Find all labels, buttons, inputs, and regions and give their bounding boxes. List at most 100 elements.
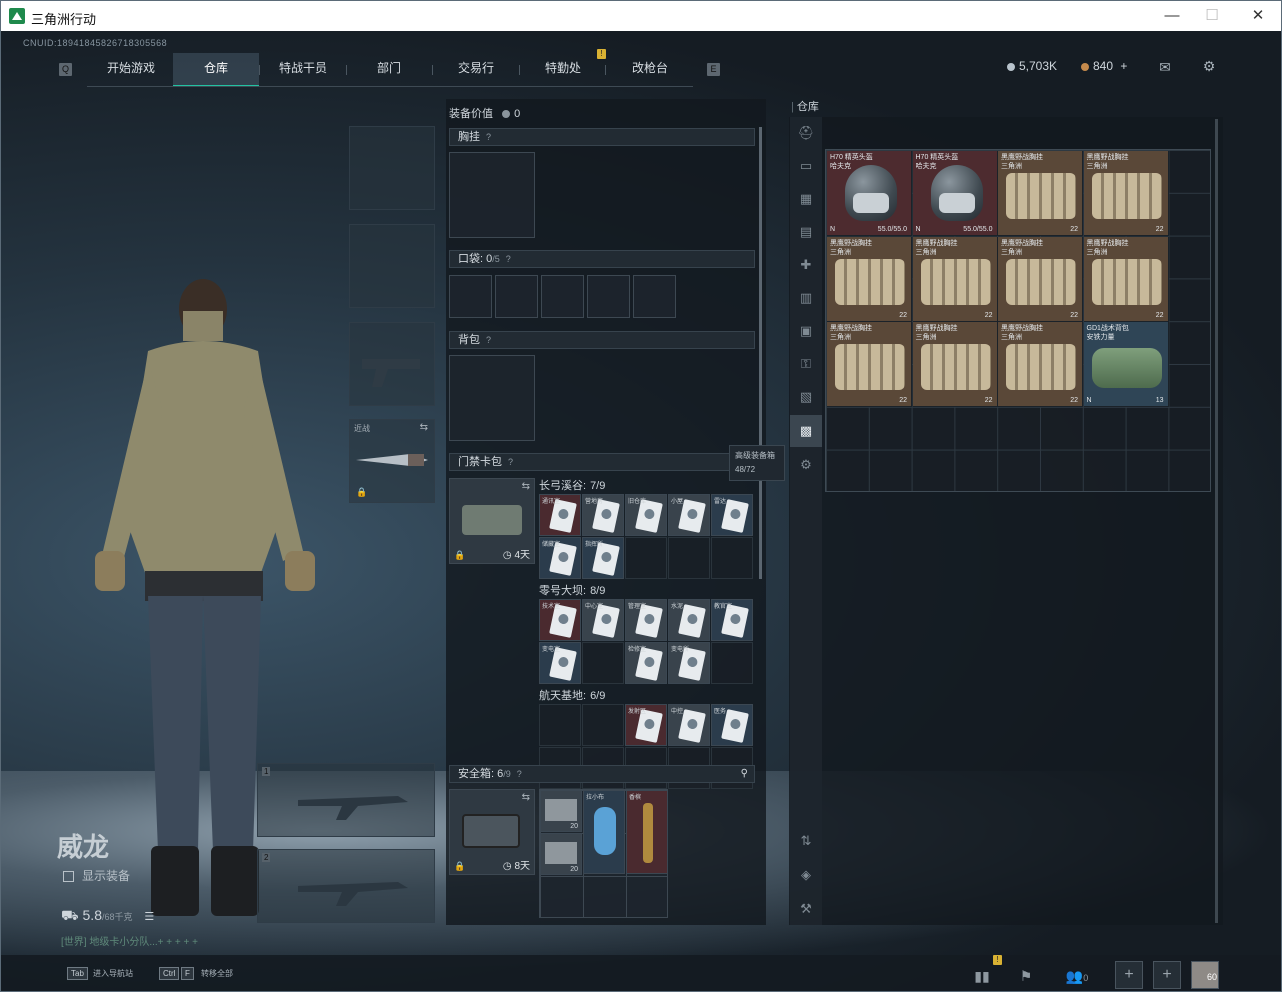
keycard-empty-slot[interactable]: [711, 642, 753, 684]
sidebar-helmet-icon[interactable]: ⛑: [790, 117, 822, 149]
warehouse-item[interactable]: 黑鹰野战胸挂 三角洲 22: [998, 322, 1083, 407]
melee-slot[interactable]: 近战 ⇆ 🔒: [349, 419, 435, 503]
keycard-item[interactable]: 发射区: [625, 704, 667, 746]
keycard-empty-slot[interactable]: [582, 704, 624, 746]
pistol-slot[interactable]: [349, 322, 435, 406]
pin-icon[interactable]: ⚲: [741, 766, 748, 782]
safe-item-ammo-box[interactable]: 20: [540, 790, 582, 832]
warehouse-item[interactable]: 黑鹰野战胸挂 三角洲 22: [1083, 151, 1169, 236]
keycard-item[interactable]: 检修室: [625, 642, 667, 684]
swap-icon[interactable]: ⇆: [420, 422, 428, 433]
invite-slot-1-button[interactable]: +: [1115, 961, 1143, 989]
nav-prev-key[interactable]: Q: [59, 63, 72, 76]
tab-start-game[interactable]: 开始游戏: [89, 53, 173, 87]
keycard-empty-slot[interactable]: [711, 537, 753, 579]
warehouse-item[interactable]: 黑鹰野战胸挂 三角洲 22: [998, 151, 1083, 236]
safe-item-figurine[interactable]: 拉小布: [583, 790, 625, 874]
backpack-slot[interactable]: [449, 355, 535, 441]
warehouse-item[interactable]: H70 精英头盔 哈夫克 55.0/55.0 N: [912, 151, 998, 236]
help-icon[interactable]: ?: [508, 457, 513, 467]
show-equipment-checkbox[interactable]: [63, 871, 74, 883]
tab-key[interactable]: Tab: [67, 967, 88, 980]
sidebar-parts-icon[interactable]: ▥: [790, 282, 822, 314]
keycard-item[interactable]: 中心室: [582, 599, 624, 641]
stats-chart-icon[interactable]: ▮▮: [969, 963, 995, 989]
keycard-case[interactable]: ⇆ 🔒 ◷ 4天: [449, 478, 535, 564]
safe-item-ammo-box[interactable]: 20: [540, 833, 582, 875]
tab-warehouse[interactable]: 仓库: [173, 53, 259, 87]
keycard-item[interactable]: 营地房: [582, 494, 624, 536]
keycard-item[interactable]: 储藏室: [539, 537, 581, 579]
keycard-item[interactable]: 小屋: [668, 494, 710, 536]
keycard-item[interactable]: 指挥所: [582, 537, 624, 579]
help-icon[interactable]: ?: [486, 132, 491, 142]
keycard-empty-slot[interactable]: [539, 704, 581, 746]
equipment-scrollbar[interactable]: [759, 127, 762, 579]
tab-department[interactable]: 部门: [347, 53, 431, 87]
help-icon[interactable]: ?: [486, 335, 491, 345]
sidebar-settings-icon[interactable]: ⚙: [790, 449, 822, 481]
armor-slot[interactable]: [349, 224, 435, 308]
keycard-item[interactable]: 中控: [668, 704, 710, 746]
safe-box-case[interactable]: ⇆ 🔒 ◷ 8天: [449, 789, 535, 875]
pocket-slot[interactable]: [541, 275, 584, 318]
keycard-empty-slot[interactable]: [582, 642, 624, 684]
help-icon[interactable]: ?: [506, 254, 511, 264]
tab-operators[interactable]: 特战干员: [261, 53, 345, 87]
sidebar-case-icon[interactable]: ▣: [790, 315, 822, 347]
sidebar-layers-icon[interactable]: ◈: [790, 859, 822, 891]
tab-market[interactable]: 交易行: [433, 53, 519, 87]
warehouse-item[interactable]: 黑鹰野战胸挂 三角洲 22: [998, 236, 1083, 322]
sidebar-armor-icon[interactable]: ▦: [790, 183, 822, 215]
warehouse-item[interactable]: H70 精英头盔 哈夫克 55.0/55.0 N: [827, 151, 912, 236]
warehouse-item[interactable]: 黑鹰野战胸挂 三角洲 22: [912, 236, 998, 322]
primary-weapon-slot[interactable]: 1: [257, 763, 435, 837]
help-icon[interactable]: ?: [517, 769, 522, 779]
warehouse-item[interactable]: 黑鹰野战胸挂 三角洲 22: [827, 322, 912, 407]
minimize-button[interactable]: —: [1157, 5, 1187, 27]
tab-gunsmith[interactable]: 改枪台: [607, 53, 693, 87]
keycard-item[interactable]: 医务: [711, 704, 753, 746]
sidebar-key-icon[interactable]: ⚿: [790, 348, 822, 380]
keycard-item[interactable]: 管理室: [625, 599, 667, 641]
sidebar-ammo-icon[interactable]: ▤: [790, 216, 822, 248]
swap-icon[interactable]: ⇆: [522, 792, 530, 803]
coupon-add-button[interactable]: +: [1120, 59, 1127, 73]
pocket-slot[interactable]: [633, 275, 676, 318]
warehouse-scrollbar[interactable]: [1215, 119, 1218, 923]
keycard-item[interactable]: 教官室: [711, 599, 753, 641]
keycard-item[interactable]: 变电所: [668, 642, 710, 684]
player-avatar[interactable]: 60: [1191, 961, 1219, 989]
nav-next-key[interactable]: E: [707, 63, 720, 76]
helmet-slot[interactable]: [349, 126, 435, 210]
pocket-slot[interactable]: [449, 275, 492, 318]
pocket-slot[interactable]: [587, 275, 630, 318]
warehouse-item[interactable]: 黑鹰野战胸挂 三角洲 22: [912, 322, 998, 407]
weight-list-icon[interactable]: ☰: [144, 911, 154, 923]
warehouse-item[interactable]: GD1战术背包 安铁力量 13 N: [1083, 322, 1169, 407]
f-key[interactable]: F: [181, 967, 194, 980]
keycard-item[interactable]: 通讯室: [539, 494, 581, 536]
sidebar-weapon-icon[interactable]: ▭: [790, 150, 822, 182]
keycard-item[interactable]: 旧仓库: [625, 494, 667, 536]
keycard-empty-slot[interactable]: [625, 537, 667, 579]
party-icon[interactable]: 👥0: [1059, 963, 1095, 989]
pocket-slot[interactable]: [495, 275, 538, 318]
sidebar-equipment-box-icon[interactable]: ▩: [790, 415, 822, 447]
secondary-weapon-slot[interactable]: 2: [257, 849, 435, 923]
swap-icon[interactable]: ⇆: [522, 481, 530, 492]
warehouse-item[interactable]: 黑鹰野战胸挂 三角洲 22: [1083, 236, 1169, 322]
maximize-button[interactable]: ☐: [1197, 5, 1227, 27]
keycard-item[interactable]: 技术室: [539, 599, 581, 641]
tab-special-ops[interactable]: 特勤处: [521, 53, 605, 87]
sidebar-medical-icon[interactable]: ✚: [790, 249, 822, 281]
keycard-empty-slot[interactable]: [668, 537, 710, 579]
close-button[interactable]: ✕: [1243, 5, 1273, 27]
settings-gear-icon[interactable]: ⚙: [1199, 58, 1219, 74]
ctrl-key[interactable]: Ctrl: [159, 967, 180, 980]
sidebar-loot-icon[interactable]: ▧: [790, 381, 822, 413]
sidebar-sort-icon[interactable]: ⇅: [790, 825, 822, 857]
keycard-item[interactable]: 雷达: [711, 494, 753, 536]
keycard-item[interactable]: 水泥: [668, 599, 710, 641]
invite-slot-2-button[interactable]: +: [1153, 961, 1181, 989]
